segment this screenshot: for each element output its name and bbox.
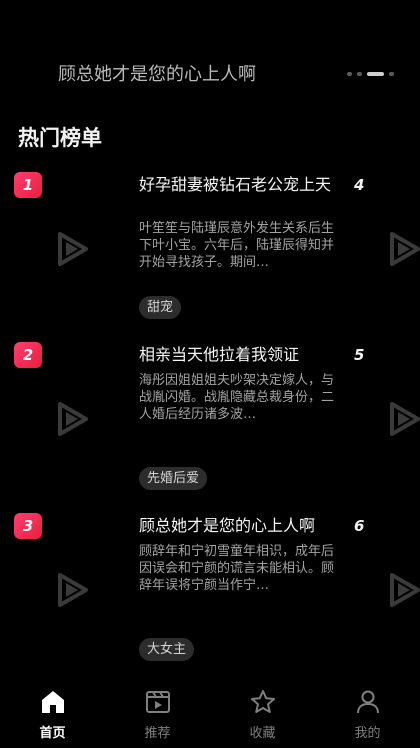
tab-label: 推荐 [144, 726, 171, 741]
star-icon [250, 690, 275, 713]
item-description: 顾辞年和宁初雪童年相识，成年后因误会和宁颜的谎言未能相认。顾辞年误将宁颜当作宁… [139, 544, 335, 593]
pagination-dot[interactable] [389, 72, 394, 76]
rank-badge: 1 [14, 172, 42, 198]
banner-pagination [347, 72, 394, 76]
tab-favorites[interactable]: 收藏 [210, 680, 315, 748]
rank-badge: 2 [14, 342, 42, 368]
tab-label: 我的 [354, 726, 381, 741]
item-description: 海彤因姐姐姐夫吵架决定嫁人，与战胤闪婚。战胤隐藏总裁身份，二人婚后经历诸多波… [139, 373, 335, 422]
tab-profile[interactable]: 我的 [315, 680, 420, 748]
banner-title[interactable]: 顾总她才是您的心上人啊 [58, 60, 256, 86]
user-icon [356, 690, 379, 714]
play-placeholder-icon[interactable] [52, 398, 94, 440]
list-item[interactable]: 3 顾总她才是您的心上人啊 顾辞年和宁初雪童年相识，成年后因误会和宁颜的谎言未能… [0, 511, 420, 681]
next-rank-number: 6 [354, 517, 365, 535]
film-icon [145, 691, 170, 713]
rank-badge: 3 [14, 513, 42, 539]
next-rank-number: 4 [354, 176, 365, 194]
item-title[interactable]: 相亲当天他拉着我领证 [139, 344, 339, 365]
play-placeholder-icon[interactable] [384, 569, 420, 611]
next-rank-number: 5 [354, 346, 365, 364]
pagination-dot-active[interactable] [367, 72, 384, 76]
section-title: 热门榜单 [18, 126, 102, 150]
list-item[interactable]: 2 相亲当天他拉着我领证 海彤因姐姐姐夫吵架决定嫁人，与战胤闪婚。战胤隐藏总裁身… [0, 340, 420, 510]
bottom-tab-bar: 首页 推荐 收藏 我的 [0, 680, 420, 748]
home-icon [41, 691, 64, 713]
pagination-dot[interactable] [357, 72, 362, 76]
play-placeholder-icon[interactable] [384, 398, 420, 440]
pagination-dot[interactable] [347, 72, 352, 76]
play-placeholder-icon[interactable] [384, 228, 420, 270]
item-tag[interactable]: 甜宠 [139, 296, 182, 319]
tab-label: 收藏 [249, 726, 276, 741]
tab-label: 首页 [39, 726, 66, 741]
play-placeholder-icon[interactable] [52, 228, 94, 270]
tab-home[interactable]: 首页 [0, 680, 105, 748]
item-tag[interactable]: 大女主 [139, 638, 195, 661]
item-tag[interactable]: 先婚后爱 [139, 467, 208, 490]
item-title[interactable]: 好孕甜妻被钻石老公宠上天 [139, 174, 339, 195]
list-item[interactable]: 1 好孕甜妻被钻石老公宠上天 叶笙笙与陆瑾辰意外发生关系后生下叶小宝。六年后，陆… [0, 170, 420, 340]
tab-recommend[interactable]: 推荐 [105, 680, 210, 748]
item-title[interactable]: 顾总她才是您的心上人啊 [139, 515, 339, 536]
item-description: 叶笙笙与陆瑾辰意外发生关系后生下叶小宝。六年后，陆瑾辰得知并开始寻找孩子。期间… [139, 221, 335, 270]
play-placeholder-icon[interactable] [52, 569, 94, 611]
